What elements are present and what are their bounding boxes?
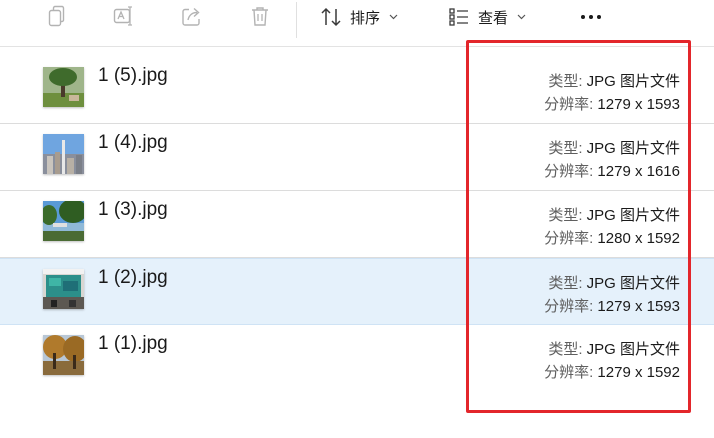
file-resolution: 分辨率: 1279 x 1593 <box>544 93 680 114</box>
type-key: 类型: <box>548 73 587 90</box>
image-thumbnail <box>43 335 84 375</box>
file-resolution-value: 1279 x 1593 <box>597 298 680 315</box>
type-key: 类型: <box>548 140 587 157</box>
file-row[interactable]: 1 (5).jpg 类型: JPG 图片文件 分辨率: 1279 x 1593 <box>0 57 714 124</box>
chevron-down-icon <box>389 14 398 20</box>
resolution-key: 分辨率: <box>544 364 598 381</box>
file-resolution: 分辨率: 1279 x 1593 <box>544 295 680 316</box>
image-thumbnail <box>43 269 84 309</box>
image-thumbnail <box>43 67 84 107</box>
resolution-key: 分辨率: <box>544 163 598 180</box>
file-row[interactable]: 1 (1).jpg 类型: JPG 图片文件 分辨率: 1279 x 1592 <box>0 325 714 392</box>
command-bar: 排序 查看 <box>0 0 714 47</box>
file-type: 类型: JPG 图片文件 <box>548 70 680 91</box>
image-thumbnail <box>43 201 84 241</box>
file-resolution: 分辨率: 1279 x 1592 <box>544 361 680 382</box>
sort-button[interactable]: 排序 <box>320 3 398 31</box>
resolution-key: 分辨率: <box>544 96 598 113</box>
file-resolution: 分辨率: 1280 x 1592 <box>544 227 680 248</box>
file-type-value: JPG 图片文件 <box>586 207 680 224</box>
file-resolution-value: 1279 x 1593 <box>597 96 680 113</box>
file-type-value: JPG 图片文件 <box>586 140 680 157</box>
file-type: 类型: JPG 图片文件 <box>548 272 680 293</box>
image-thumbnail <box>43 134 84 174</box>
copy-icon[interactable] <box>44 4 70 28</box>
file-row[interactable]: 1 (3).jpg 类型: JPG 图片文件 分辨率: 1280 x 1592 <box>0 191 714 258</box>
file-name: 1 (2).jpg <box>98 267 168 288</box>
file-name: 1 (5).jpg <box>98 65 168 86</box>
share-icon[interactable] <box>179 4 205 28</box>
chevron-down-icon <box>517 14 526 20</box>
toolbar-divider <box>296 2 297 38</box>
file-row-selected[interactable]: 1 (2).jpg 类型: JPG 图片文件 分辨率: 1279 x 1593 <box>0 258 714 325</box>
type-key: 类型: <box>548 341 587 358</box>
resolution-key: 分辨率: <box>544 230 598 247</box>
file-type-value: JPG 图片文件 <box>586 341 680 358</box>
file-resolution-value: 1280 x 1592 <box>597 230 680 247</box>
file-name: 1 (1).jpg <box>98 333 168 354</box>
type-key: 类型: <box>548 275 587 292</box>
delete-icon[interactable] <box>247 4 273 28</box>
file-type: 类型: JPG 图片文件 <box>548 137 680 158</box>
type-key: 类型: <box>548 207 587 224</box>
file-resolution: 分辨率: 1279 x 1616 <box>544 160 680 181</box>
file-type-value: JPG 图片文件 <box>586 73 680 90</box>
file-resolution-value: 1279 x 1616 <box>597 163 680 180</box>
more-icon[interactable] <box>578 3 604 31</box>
file-row[interactable]: 1 (4).jpg 类型: JPG 图片文件 分辨率: 1279 x 1616 <box>0 124 714 191</box>
file-list: 1 (5).jpg 类型: JPG 图片文件 分辨率: 1279 x 1593 … <box>0 57 714 392</box>
view-label: 查看 <box>478 9 509 27</box>
file-resolution-value: 1279 x 1592 <box>597 364 680 381</box>
file-name: 1 (3).jpg <box>98 199 168 220</box>
file-type: 类型: JPG 图片文件 <box>548 204 680 225</box>
resolution-key: 分辨率: <box>544 298 598 315</box>
rename-icon[interactable] <box>111 4 137 28</box>
sort-icon <box>321 7 341 27</box>
view-icon <box>449 8 468 26</box>
file-type: 类型: JPG 图片文件 <box>548 338 680 359</box>
file-name: 1 (4).jpg <box>98 132 168 153</box>
file-type-value: JPG 图片文件 <box>586 275 680 292</box>
view-button[interactable]: 查看 <box>448 3 526 31</box>
sort-label: 排序 <box>350 9 381 27</box>
